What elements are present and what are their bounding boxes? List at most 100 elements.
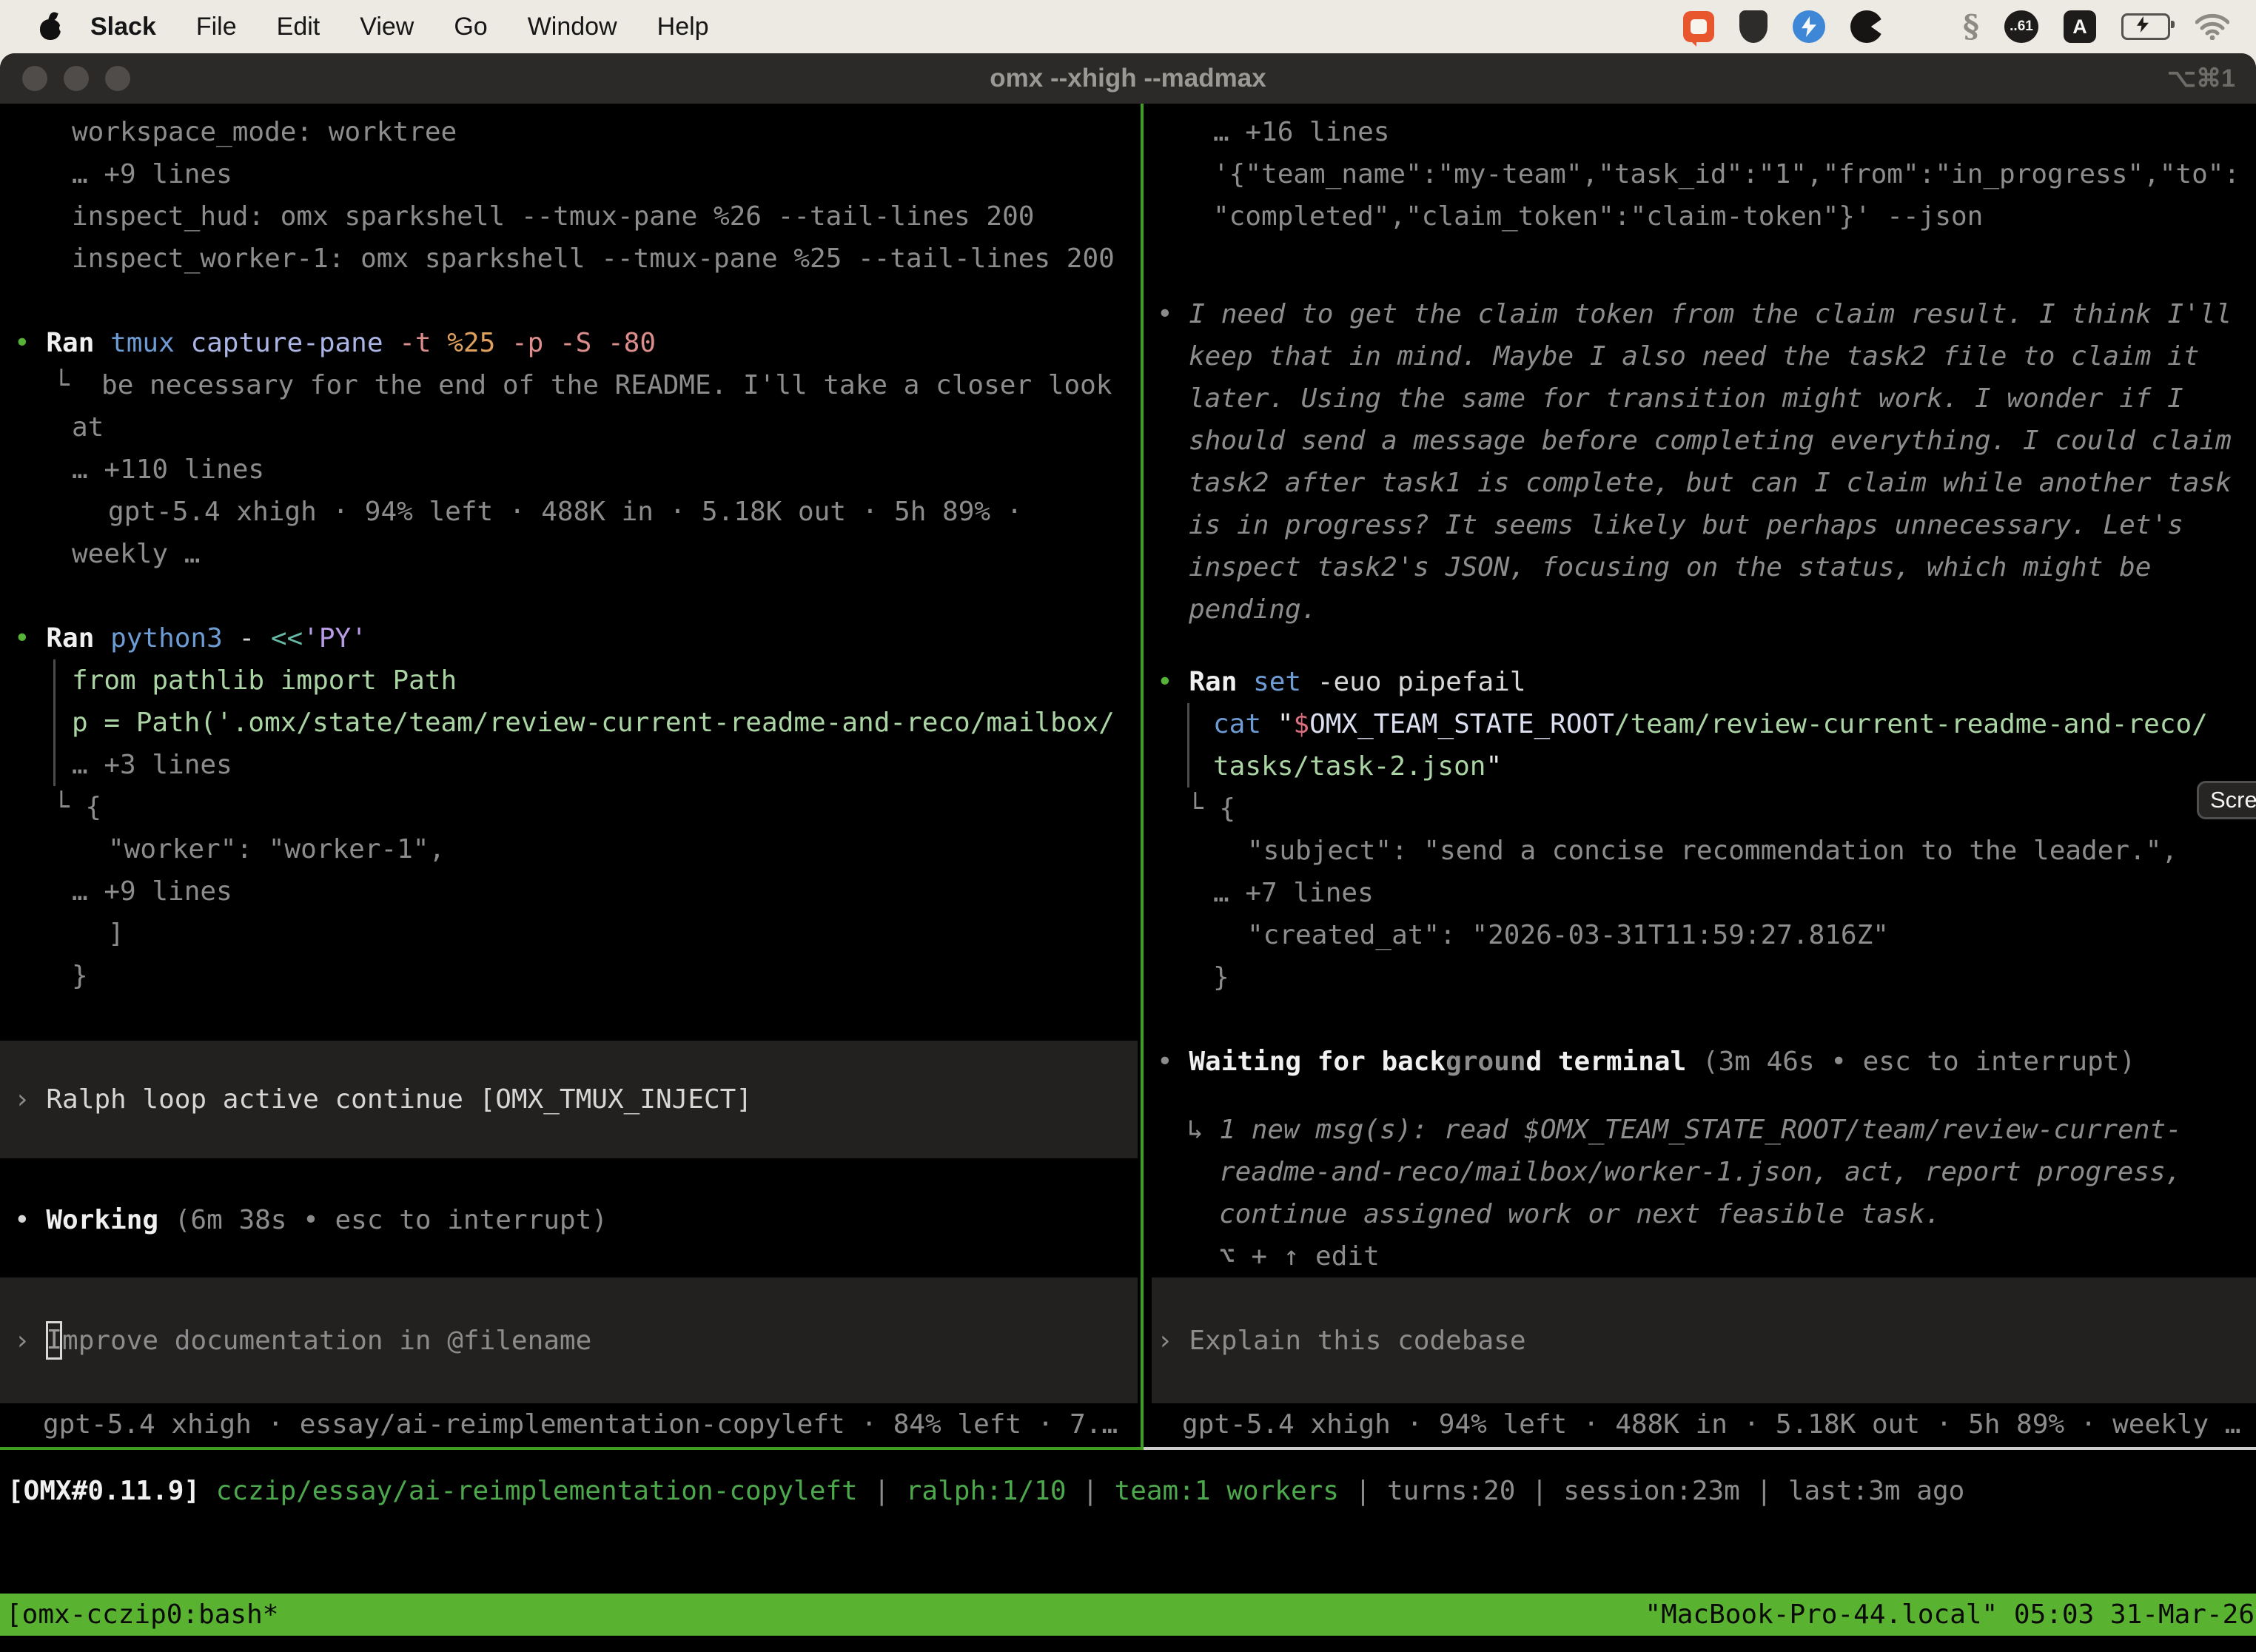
text-segment: • xyxy=(14,623,46,654)
terminal-line: later. Using the same for transition mig… xyxy=(1152,377,2256,420)
chat-app-icon[interactable] xyxy=(1683,11,1714,42)
menu-item-file[interactable]: File xyxy=(176,13,257,41)
terminal-line xyxy=(0,1158,1138,1199)
text-segment: ⌥ + ↑ edit xyxy=(1219,1241,1380,1272)
squiggle-icon[interactable]: § xyxy=(1963,10,1979,43)
terminal-line xyxy=(0,280,1138,322)
dots-grid-icon[interactable] xyxy=(1908,12,1938,41)
text-segment: continue assigned work or next feasible … xyxy=(1219,1199,1941,1229)
counter-badge-icon[interactable]: ..61 xyxy=(2004,10,2038,43)
bolt-badge-icon[interactable] xyxy=(1793,10,1825,43)
text-segment: 'PY' xyxy=(303,623,367,654)
text-segment: -t xyxy=(399,328,447,358)
text-segment: › xyxy=(14,1084,46,1115)
terminal-line xyxy=(0,1241,1138,1277)
prompt-input[interactable]: › Explain this codebase xyxy=(1152,1277,2256,1403)
text-segment: … +3 lines xyxy=(72,750,232,780)
text-segment: "subject": "send a concise recommendatio… xyxy=(1247,836,2178,866)
text-segment: ↳ xyxy=(1187,1115,1219,1145)
terminal-line: └ be necessary for the end of the README… xyxy=(0,364,1138,406)
input-source-icon[interactable]: A xyxy=(2064,10,2096,43)
text-segment: at xyxy=(72,412,104,443)
battery-icon[interactable] xyxy=(2121,13,2170,40)
menu-items: SlackFileEditViewGoWindowHelp xyxy=(64,13,729,41)
pane-status-line: gpt-5.4 xhigh · 94% left · 488K in · 5.1… xyxy=(1152,1403,2256,1446)
menu-item-slack[interactable]: Slack xyxy=(64,13,176,41)
text-segment: turns:20 xyxy=(1387,1476,1515,1506)
menu-item-help[interactable]: Help xyxy=(637,13,729,41)
text-segment: " xyxy=(1485,751,1502,782)
text-segment: -S xyxy=(560,328,608,358)
text-segment: } xyxy=(1213,962,1229,993)
text-segment: | xyxy=(1339,1476,1387,1506)
text-segment: [OMX#0.11.9] xyxy=(7,1476,216,1506)
pane-status-line: gpt-5.4 xhigh · essay/ai-reimplementatio… xyxy=(0,1403,1138,1446)
text-segment: weekly … xyxy=(72,539,200,569)
text-segment: Explain this codebase xyxy=(1189,1326,1525,1356)
terminal-line: keep that in mind. Maybe I also need the… xyxy=(1152,335,2256,377)
terminal-line xyxy=(0,575,1138,617)
text-segment: << xyxy=(271,623,303,654)
terminal-line: inspect_worker-1: omx sparkshell --tmux-… xyxy=(0,238,1138,280)
terminal-line: p = Path('.omx/state/team/review-current… xyxy=(0,702,1138,744)
terminal-line: … +3 lines xyxy=(0,744,1138,786)
terminal-line: • Ran set -euo pipefail xyxy=(1152,661,2256,703)
terminal-line xyxy=(0,997,1138,1041)
terminal-line: └ { xyxy=(0,786,1138,828)
shield-grid-icon[interactable] xyxy=(1739,10,1767,43)
text-segment: inspect task2's JSON, focusing on the st… xyxy=(1189,552,2151,582)
text-segment: session:23m xyxy=(1563,1476,1739,1506)
terminal-pane-right[interactable]: … +16 lines'{"team_name":"my-team","task… xyxy=(1152,104,2256,1447)
menu-item-go[interactable]: Go xyxy=(434,13,507,41)
menu-item-window[interactable]: Window xyxy=(508,13,637,41)
tmux-session-label: [omx-cczip0:bash* xyxy=(6,1594,278,1636)
circle-chevron-icon[interactable] xyxy=(1850,10,1883,43)
apple-menu-icon[interactable] xyxy=(38,12,64,41)
text-segment: Ran xyxy=(46,623,110,654)
menu-item-view[interactable]: View xyxy=(340,13,434,41)
terminal-line: inspect_hud: omx sparkshell --tmux-pane … xyxy=(0,195,1138,238)
text-segment: • xyxy=(1157,1047,1189,1077)
terminal-line: … +110 lines xyxy=(0,449,1138,491)
pane-border-right xyxy=(1144,1447,2256,1450)
text-segment: … +9 lines xyxy=(72,876,232,907)
wifi-icon[interactable] xyxy=(2195,13,2229,40)
text-segment: python3 xyxy=(110,623,238,654)
text-segment: OMX_TEAM_STATE_ROOT xyxy=(1309,709,1614,739)
text-segment: • xyxy=(1157,667,1189,697)
output-connector-line xyxy=(1187,703,1189,745)
text-segment: - xyxy=(238,623,270,654)
text-segment: tmux xyxy=(110,328,190,358)
terminal-line: • Ran python3 - <<'PY' xyxy=(0,617,1138,659)
text-segment: workspace_mode: worktree xyxy=(72,117,457,147)
text-segment: groun xyxy=(1446,1047,1525,1077)
prompt-input[interactable]: › Improve documentation in @filename xyxy=(0,1277,1138,1403)
text-segment: %25 xyxy=(447,328,511,358)
terminal-line: task2 after task1 is complete, but can I… xyxy=(1152,462,2256,504)
text-segment: (3m 46s • esc to interrupt) xyxy=(1702,1047,2135,1077)
pane-border-left xyxy=(0,1447,1144,1450)
terminal-line: at xyxy=(0,406,1138,449)
text-segment: › xyxy=(14,1326,46,1356)
menu-item-edit[interactable]: Edit xyxy=(257,13,340,41)
text-segment: should send a message before completing … xyxy=(1189,426,2232,456)
text-segment: gpt-5.4 xhigh · essay/ai-reimplementatio… xyxy=(43,1409,1118,1440)
output-connector-line xyxy=(53,744,56,786)
text-segment: readme-and-reco/mailbox/worker-1.json, a… xyxy=(1219,1157,2181,1187)
working-status: • Working (6m 38s • esc to interrupt) xyxy=(0,1199,1138,1241)
text-segment: › xyxy=(1157,1326,1189,1356)
terminal-pane-left[interactable]: workspace_mode: worktree … +9 lines inspec… xyxy=(0,104,1138,1447)
text-segment: • xyxy=(1157,299,1189,329)
text-segment: d terminal xyxy=(1526,1047,1702,1077)
text-segment: cczip/essay/ai-reimplementation-copyleft xyxy=(216,1476,858,1506)
window-titlebar[interactable]: omx --xhigh --madmax ⌥⌘1 xyxy=(0,53,2256,104)
text-segment: "worker": "worker-1", xyxy=(108,834,445,864)
text-segment: mprove documentation in @filename xyxy=(62,1326,591,1356)
text-segment: pending. xyxy=(1189,594,1317,625)
text-segment: gpt-5.4 xhigh · 94% left · 488K in · 5.1… xyxy=(108,497,1022,527)
terminal-line: • Ran tmux capture-pane -t %25 -p -S -80 xyxy=(0,322,1138,364)
text-segment: Working xyxy=(46,1205,174,1235)
pane-divider[interactable] xyxy=(1141,104,1144,1449)
terminal-window: omx --xhigh --madmax ⌥⌘1 workspace_mode:… xyxy=(0,53,2256,1652)
waiting-status: • Waiting for background terminal (3m 46… xyxy=(1152,1041,2256,1083)
